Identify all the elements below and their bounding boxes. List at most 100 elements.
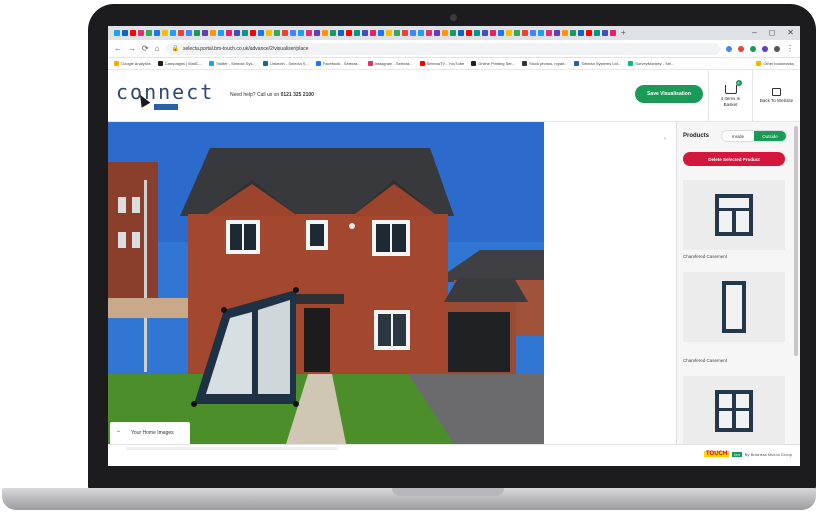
delete-selected-product-button[interactable]: Delete Selected Product: [683, 152, 785, 166]
tab-favicon[interactable]: [546, 30, 552, 36]
chevron-up-icon[interactable]: ⌃: [116, 430, 121, 437]
tab-favicon[interactable]: [290, 30, 296, 36]
tab-favicon[interactable]: [498, 30, 504, 36]
tab-favicon[interactable]: [322, 30, 328, 36]
bookmark[interactable]: LinkedIn - Selecta S...: [262, 61, 309, 66]
close-icon[interactable]: ✕: [787, 28, 794, 38]
tab-favicon[interactable]: [506, 30, 512, 36]
tab-favicon[interactable]: [474, 30, 480, 36]
back-to-website-button[interactable]: Back To Website: [752, 70, 800, 122]
minimize-icon[interactable]: –: [752, 28, 756, 38]
url-field[interactable]: 🔒 selecta.portal.bm-touch.co.uk/advance/…: [165, 42, 720, 55]
tab-favicon[interactable]: [234, 30, 240, 36]
tab-favicon[interactable]: [154, 30, 160, 36]
tab-favicon[interactable]: [226, 30, 232, 36]
tab-favicon[interactable]: [362, 30, 368, 36]
tab-favicon[interactable]: [346, 30, 352, 36]
tab-favicon[interactable]: [266, 30, 272, 36]
tab-favicon[interactable]: [242, 30, 248, 36]
tab-favicon[interactable]: [258, 30, 264, 36]
bookmark[interactable]: Facebook - Selecta...: [315, 61, 361, 66]
bookmark[interactable]: SurveyMonkey - Sel...: [628, 61, 674, 66]
help-phone[interactable]: 0121 325 2100: [281, 92, 314, 98]
tab-favicon[interactable]: [410, 30, 416, 36]
tab-favicon[interactable]: [354, 30, 360, 36]
tab-favicon[interactable]: [514, 30, 520, 36]
tab-favicon[interactable]: [554, 30, 560, 36]
new-tab-icon[interactable]: +: [621, 29, 626, 37]
tab-favicon[interactable]: [402, 30, 408, 36]
other-bookmarks[interactable]: Other bookmarks: [756, 61, 794, 66]
tab-favicon[interactable]: [330, 30, 336, 36]
product-card[interactable]: [683, 272, 785, 342]
tab-favicon[interactable]: [338, 30, 344, 36]
tab-favicon[interactable]: [282, 30, 288, 36]
tab-favicon[interactable]: [298, 30, 304, 36]
panel-scrollbar[interactable]: [794, 126, 798, 356]
tab-favicon[interactable]: [530, 30, 536, 36]
tab-favicon[interactable]: [594, 30, 600, 36]
bookmark[interactable]: Selecta Systems Ltd...: [574, 61, 621, 66]
tab-favicon[interactable]: [114, 30, 120, 36]
tab-favicon[interactable]: [450, 30, 456, 36]
forward-arrow-icon[interactable]: →: [128, 44, 136, 53]
visualiser-canvas[interactable]: ⌃ Your Home Images: [108, 122, 544, 444]
menu-kebab-icon[interactable]: ⋮: [786, 44, 794, 53]
resize-handle[interactable]: [293, 287, 299, 293]
panel-collapse-chevron-icon[interactable]: ›: [660, 134, 670, 144]
tab-favicon[interactable]: [482, 30, 488, 36]
tab-favicon[interactable]: [162, 30, 168, 36]
reload-icon[interactable]: ⟳: [142, 44, 149, 53]
tab-favicon[interactable]: [386, 30, 392, 36]
tab-favicon[interactable]: [522, 30, 528, 36]
toggle-inside[interactable]: Inside: [722, 131, 754, 141]
tab-favicon[interactable]: [122, 30, 128, 36]
tab-favicon[interactable]: [586, 30, 592, 36]
resize-handle[interactable]: [191, 401, 197, 407]
resize-handle[interactable]: [293, 401, 299, 407]
tab-favicon[interactable]: [466, 30, 472, 36]
basket-button[interactable]: 4 4 Items In Basket: [708, 70, 752, 122]
tab-favicon[interactable]: [602, 30, 608, 36]
tab-favicon[interactable]: [218, 30, 224, 36]
tab-favicon[interactable]: [186, 30, 192, 36]
your-home-images-tab[interactable]: ⌃ Your Home Images: [110, 422, 190, 444]
tab-favicon[interactable]: [562, 30, 568, 36]
tab-favicon[interactable]: [570, 30, 576, 36]
tab-favicon[interactable]: [194, 30, 200, 36]
bookmark[interactable]: Twitter - Selecta Sys...: [208, 61, 256, 66]
tab-favicon[interactable]: [442, 30, 448, 36]
back-arrow-icon[interactable]: ←: [114, 44, 122, 53]
tab-favicon[interactable]: [210, 30, 216, 36]
product-card[interactable]: [683, 180, 785, 250]
tab-favicon[interactable]: [538, 30, 544, 36]
extension-icon[interactable]: [738, 45, 744, 52]
tab-favicon[interactable]: [458, 30, 464, 36]
tab-favicon[interactable]: [178, 30, 184, 36]
bookmark[interactable]: SelectaTV - YouTube: [419, 61, 464, 66]
profile-icon[interactable]: [774, 45, 780, 52]
extension-icon[interactable]: [762, 45, 768, 52]
connect-logo[interactable]: connect: [116, 82, 214, 102]
tab-favicon[interactable]: [274, 30, 280, 36]
bookmark[interactable]: Google Analytics: [114, 61, 151, 66]
extension-icon[interactable]: [750, 45, 756, 52]
tab-favicon[interactable]: [250, 30, 256, 36]
bookmark[interactable]: Stock photos, royalt...: [521, 61, 567, 66]
tab-favicon[interactable]: [138, 30, 144, 36]
tab-favicon[interactable]: [314, 30, 320, 36]
tab-favicon[interactable]: [306, 30, 312, 36]
tab-favicon[interactable]: [426, 30, 432, 36]
tab-favicon[interactable]: [434, 30, 440, 36]
bookmark[interactable]: Campaigns | MailC...: [157, 61, 202, 66]
save-visualisation-button[interactable]: Save Visualisation: [635, 85, 703, 103]
tab-favicon[interactable]: [490, 30, 496, 36]
toggle-outside[interactable]: Outside: [754, 131, 786, 141]
product-card[interactable]: [683, 376, 785, 446]
tab-favicon[interactable]: [170, 30, 176, 36]
tab-favicon[interactable]: [610, 30, 616, 36]
maximize-icon[interactable]: ◻: [769, 28, 776, 38]
tab-favicon[interactable]: [418, 30, 424, 36]
bookmark[interactable]: Online Printing Ser...: [471, 61, 515, 66]
tab-favicon[interactable]: [394, 30, 400, 36]
